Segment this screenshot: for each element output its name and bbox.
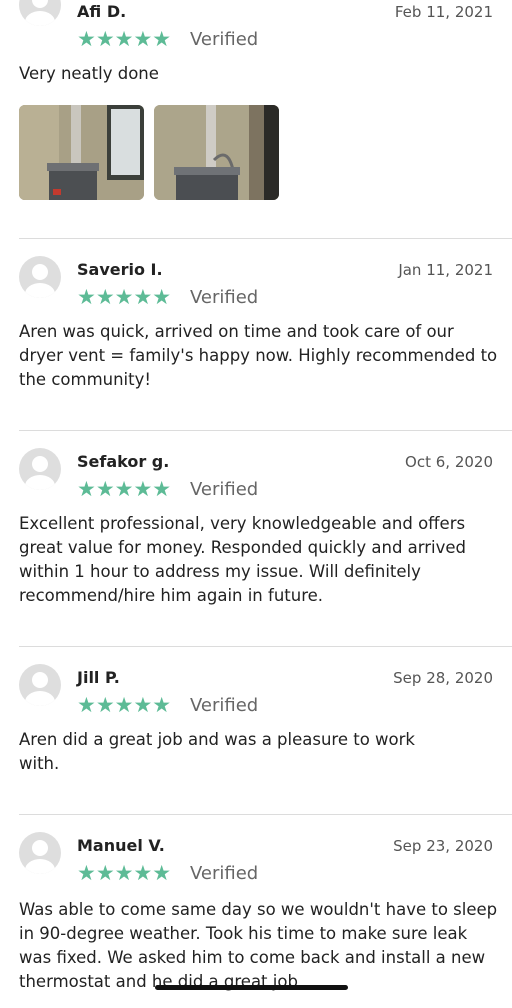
star-rating: ★★★★★ — [77, 861, 172, 885]
reviewer-name: Sefakor g. — [77, 452, 170, 471]
review-date: Sep 23, 2020 — [393, 837, 493, 855]
avatar — [19, 832, 61, 874]
avatar — [19, 256, 61, 298]
reviewer-name: Jill P. — [77, 668, 120, 687]
reviewer-name: Afi D. — [77, 2, 127, 21]
star-rating: ★★★★★ — [77, 693, 172, 717]
star-rating: ★★★★★ — [77, 285, 172, 309]
review-text: Aren was quick, arrived on time and took… — [19, 322, 498, 389]
review-date: Oct 6, 2020 — [405, 453, 493, 471]
review-text: Aren did a great job and was a pleasure … — [19, 730, 415, 773]
avatar — [19, 664, 61, 706]
verified-label: Verified — [190, 863, 259, 884]
review-date: Sep 28, 2020 — [393, 669, 493, 687]
water-heater-photo-2[interactable] — [154, 105, 279, 200]
review-date: Jan 11, 2021 — [398, 261, 493, 279]
review-text: Excellent professional, very knowledgeab… — [19, 514, 467, 605]
star-rating: ★★★★★ — [77, 27, 172, 51]
review-text: Was able to come same day so we wouldn't… — [19, 900, 498, 991]
avatar — [19, 0, 61, 26]
review-divider — [19, 814, 512, 815]
review-divider — [19, 430, 512, 431]
home-indicator[interactable] — [155, 985, 348, 990]
star-rating: ★★★★★ — [77, 477, 172, 501]
verified-label: Verified — [190, 287, 259, 308]
water-heater-photo-1[interactable] — [19, 105, 144, 200]
review-divider — [19, 238, 512, 239]
review-divider — [19, 646, 512, 647]
verified-label: Verified — [190, 695, 259, 716]
reviewer-name: Saverio I. — [77, 260, 163, 279]
review-text: Very neatly done — [19, 64, 159, 83]
avatar — [19, 448, 61, 490]
verified-label: Verified — [190, 29, 259, 50]
reviewer-name: Manuel V. — [77, 836, 165, 855]
review-date: Feb 11, 2021 — [394, 3, 493, 21]
verified-label: Verified — [190, 479, 259, 500]
